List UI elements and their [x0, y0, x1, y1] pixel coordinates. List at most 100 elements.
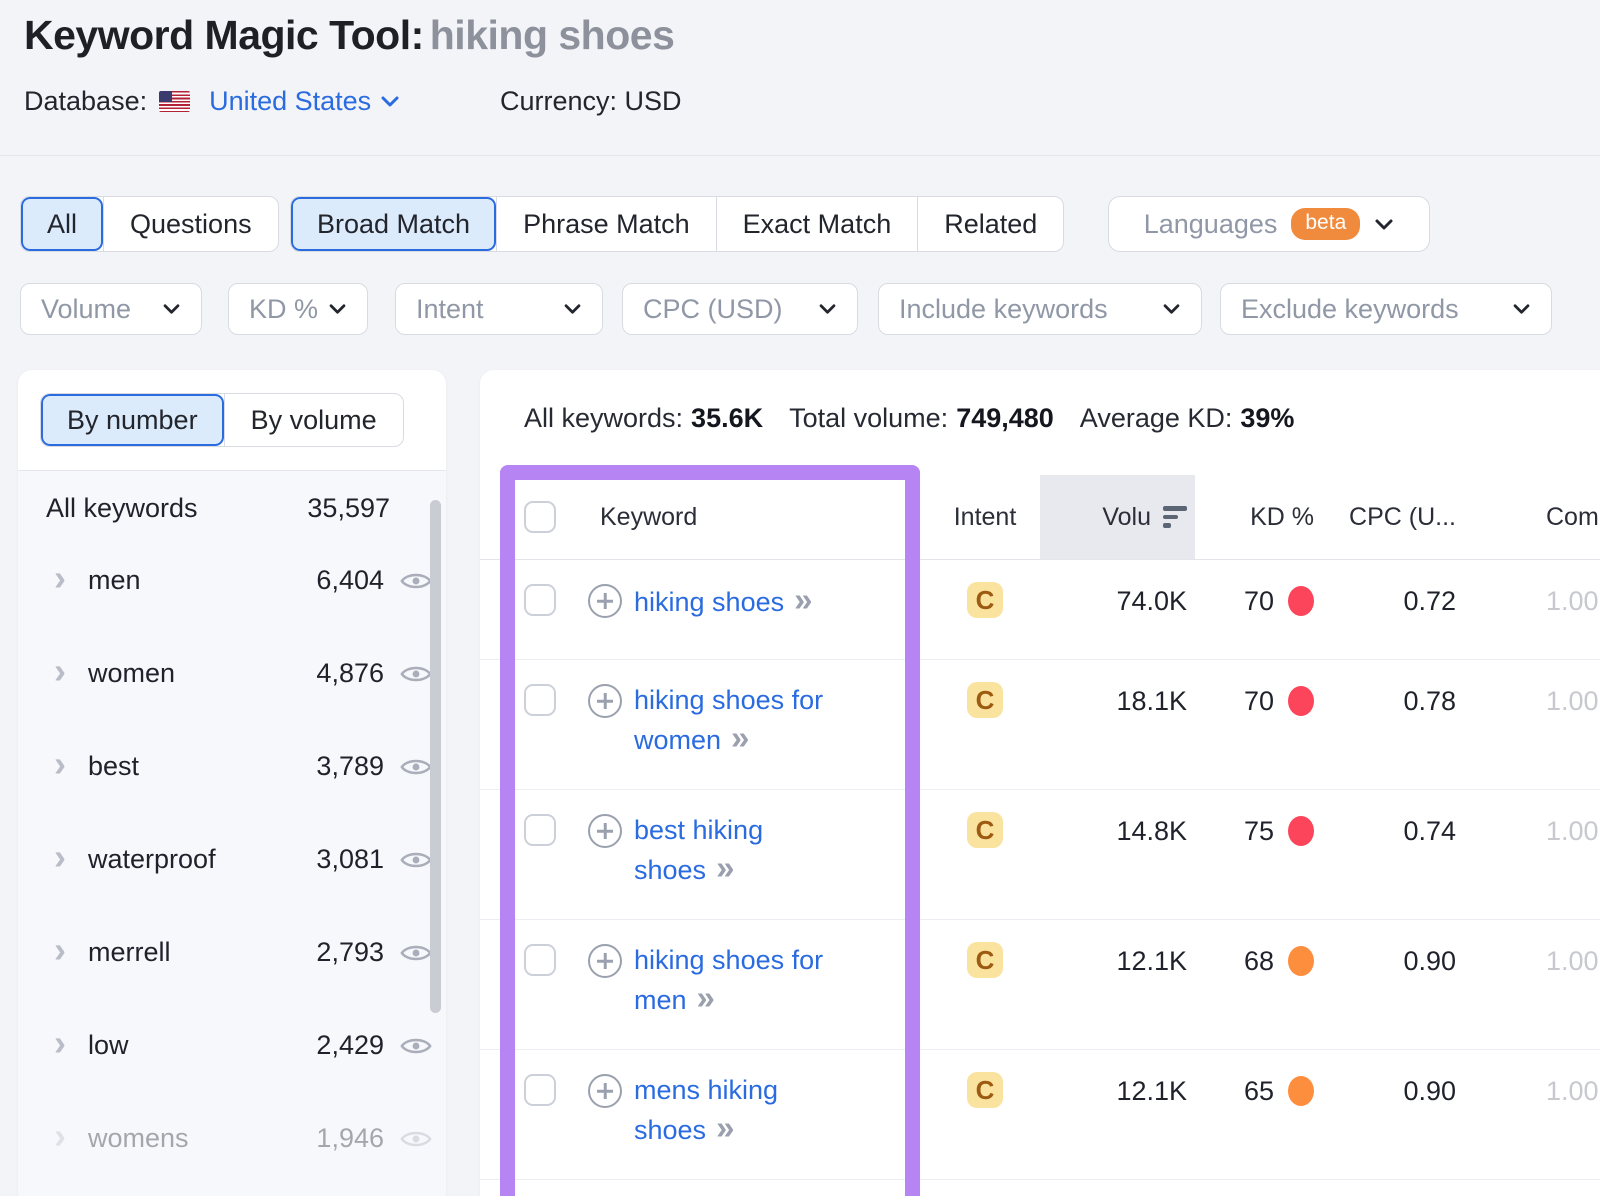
all-keywords-row[interactable]: All keywords 35,597: [18, 471, 446, 534]
keyword-groups-list: All keywords 35,597 › men 6,404 › women …: [18, 470, 446, 1196]
eye-icon[interactable]: [400, 663, 432, 685]
include-keywords-filter-dropdown[interactable]: Include keywords: [878, 283, 1202, 335]
eye-icon[interactable]: [400, 1035, 432, 1057]
tab-questions[interactable]: Questions: [103, 197, 278, 251]
keyword-link[interactable]: hiking shoes: [634, 587, 784, 617]
intent-column-header[interactable]: Intent: [930, 475, 1040, 559]
intent-filter-label: Intent: [416, 294, 484, 325]
chevron-right-icon[interactable]: ›: [54, 1126, 66, 1146]
group-item-men[interactable]: › men 6,404: [18, 534, 446, 627]
chevron-right-icon[interactable]: ›: [54, 661, 66, 681]
keyword-link[interactable]: hiking shoes for men: [634, 945, 823, 1015]
include-keywords-label: Include keywords: [899, 294, 1108, 325]
kd-value: 75: [1195, 790, 1320, 919]
chevron-down-icon: [162, 303, 181, 315]
kd-dot: [1288, 686, 1314, 716]
group-item-best[interactable]: › best 3,789: [18, 720, 446, 813]
group-item-womens[interactable]: › womens 1,946: [18, 1092, 446, 1185]
group-label: merrell: [88, 937, 248, 968]
add-to-list-icon[interactable]: [588, 684, 622, 718]
volume-value: 12.1K: [1040, 920, 1195, 1049]
database-label: Database:: [24, 86, 147, 117]
open-keyword-icon[interactable]: »: [794, 581, 812, 618]
competition-value: 1.00: [1462, 660, 1600, 789]
group-item-waterproof[interactable]: › waterproof 3,081: [18, 813, 446, 906]
cpc-filter-dropdown[interactable]: CPC (USD): [622, 283, 858, 335]
stat-total-volume: Total volume:749,480: [789, 403, 1054, 434]
tab-phrase-match[interactable]: Phrase Match: [496, 197, 716, 251]
volume-value: 18.1K: [1040, 660, 1195, 789]
table-row: hiking shoes» C 74.0K 70 0.72 1.00: [480, 560, 1600, 660]
row-checkbox[interactable]: [524, 684, 556, 716]
cpc-filter-label: CPC (USD): [643, 294, 783, 325]
volume-column-header[interactable]: Volu: [1040, 475, 1195, 559]
competition-value: 1.00: [1462, 920, 1600, 1049]
filters-row: Volume KD % Intent CPC (USD) Include key…: [0, 283, 1600, 335]
open-keyword-icon[interactable]: »: [697, 979, 715, 1016]
kd-dot: [1288, 1076, 1314, 1106]
competition-value: 1.00: [1462, 1050, 1600, 1179]
group-count: 4,876: [248, 658, 400, 689]
intent-badge: C: [967, 582, 1003, 618]
kd-column-header[interactable]: KD %: [1195, 475, 1320, 559]
chevron-right-icon[interactable]: ›: [54, 568, 66, 588]
group-label: best: [88, 751, 248, 782]
add-to-list-icon[interactable]: [588, 1074, 622, 1108]
group-item-low[interactable]: › low 2,429: [18, 999, 446, 1092]
by-volume-toggle[interactable]: By volume: [224, 394, 403, 446]
group-label: women: [88, 658, 248, 689]
exclude-keywords-filter-dropdown[interactable]: Exclude keywords: [1220, 283, 1552, 335]
by-number-toggle[interactable]: By number: [41, 394, 224, 446]
tab-exact-match[interactable]: Exact Match: [716, 197, 918, 251]
tab-all[interactable]: All: [21, 197, 103, 251]
eye-icon[interactable]: [400, 1128, 432, 1150]
open-keyword-icon[interactable]: »: [716, 1109, 734, 1146]
keyword-link[interactable]: best hiking shoes: [634, 815, 763, 885]
all-keywords-count: 35,597: [307, 493, 390, 524]
sidebar-scrollbar[interactable]: [430, 500, 441, 1013]
intent-filter-dropdown[interactable]: Intent: [395, 283, 603, 335]
keyword-groups-sidebar: By number By volume All keywords 35,597 …: [18, 370, 446, 1196]
tab-related[interactable]: Related: [917, 197, 1063, 251]
keyword-link[interactable]: mens hiking shoes: [634, 1075, 778, 1145]
cpc-column-header[interactable]: CPC (U...: [1320, 475, 1462, 559]
select-all-checkbox[interactable]: [524, 501, 556, 533]
languages-dropdown[interactable]: Languages beta: [1108, 196, 1430, 252]
group-item-women[interactable]: › women 4,876: [18, 627, 446, 720]
all-keywords-label: All keywords: [46, 493, 198, 524]
eye-icon[interactable]: [400, 849, 432, 871]
database-selector[interactable]: United States: [159, 86, 400, 117]
cpc-value: 0.78: [1320, 660, 1462, 789]
add-to-list-icon[interactable]: [588, 584, 622, 618]
tab-broad-match[interactable]: Broad Match: [291, 197, 496, 251]
add-to-list-icon[interactable]: [588, 814, 622, 848]
row-checkbox[interactable]: [524, 814, 556, 846]
volume-value: 12.1K: [1040, 1050, 1195, 1179]
intent-badge: C: [967, 942, 1003, 978]
group-count: 6,404: [248, 565, 400, 596]
database-row: Database: United States: [24, 86, 400, 117]
eye-icon[interactable]: [400, 756, 432, 778]
keyword-link[interactable]: hiking shoes for women: [634, 685, 823, 755]
add-to-list-icon[interactable]: [588, 944, 622, 978]
volume-filter-dropdown[interactable]: Volume: [20, 283, 202, 335]
open-keyword-icon[interactable]: »: [716, 849, 734, 886]
keyword-column-header[interactable]: Keyword: [600, 503, 697, 532]
open-keyword-icon[interactable]: »: [731, 719, 749, 756]
chevron-right-icon[interactable]: ›: [54, 847, 66, 867]
chevron-right-icon[interactable]: ›: [54, 754, 66, 774]
kd-filter-dropdown[interactable]: KD %: [228, 283, 368, 335]
chevron-right-icon[interactable]: ›: [54, 1033, 66, 1053]
eye-icon[interactable]: [400, 942, 432, 964]
volume-filter-label: Volume: [41, 294, 131, 325]
us-flag-icon: [159, 91, 190, 112]
row-checkbox[interactable]: [524, 944, 556, 976]
competition-column-header[interactable]: Com: [1462, 475, 1600, 559]
row-checkbox[interactable]: [524, 1074, 556, 1106]
row-checkbox[interactable]: [524, 584, 556, 616]
eye-icon[interactable]: [400, 570, 432, 592]
partial-next-row: [480, 1180, 1600, 1196]
chevron-right-icon[interactable]: ›: [54, 940, 66, 960]
group-item-merrell[interactable]: › merrell 2,793: [18, 906, 446, 999]
page-title-label: Keyword Magic Tool:: [24, 12, 424, 58]
